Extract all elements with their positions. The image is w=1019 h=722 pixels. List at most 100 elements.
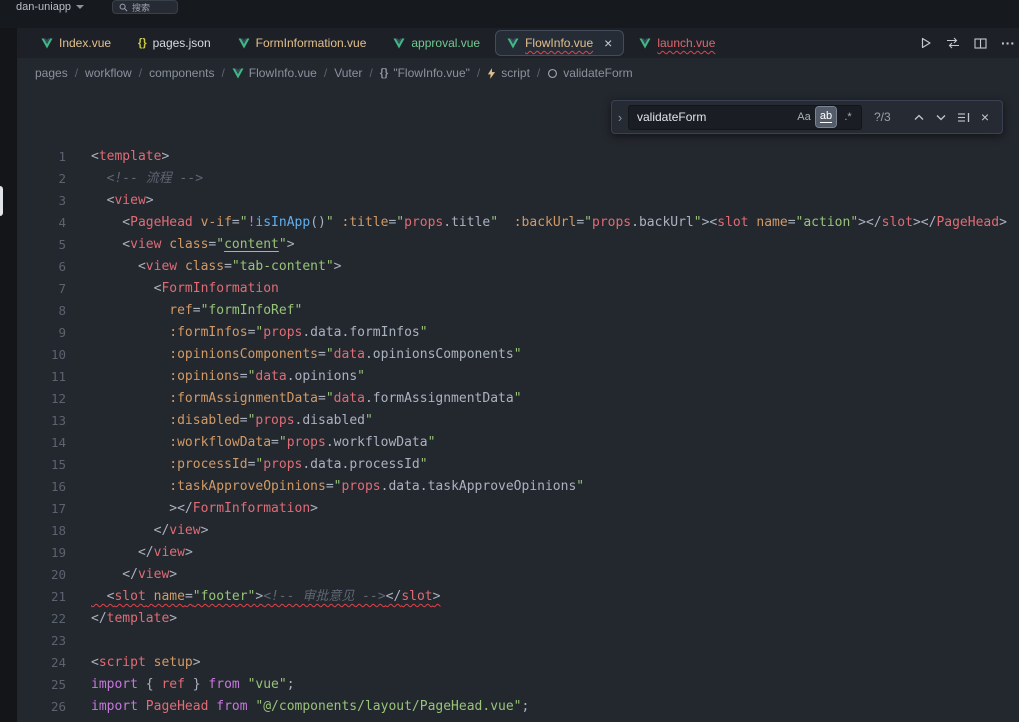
line-number[interactable]: 23 — [17, 630, 66, 652]
vue-icon — [232, 68, 244, 79]
line-number[interactable]: 1 — [17, 146, 66, 168]
line-number[interactable]: 16 — [17, 476, 66, 498]
line-number[interactable]: 15 — [17, 454, 66, 476]
line-number[interactable]: 12 — [17, 388, 66, 410]
line-number[interactable]: 11 — [17, 366, 66, 388]
line-number[interactable]: 21 — [17, 586, 66, 608]
close-icon[interactable]: × — [604, 36, 612, 50]
code-line[interactable]: 20 </view> — [17, 564, 1019, 586]
find-in-selection-button[interactable] — [952, 106, 974, 128]
code-line[interactable]: 15 :processId="props.data.processId" — [17, 454, 1019, 476]
breadcrumb-item-workflow[interactable]: workflow — [85, 66, 132, 80]
find-previous-button[interactable] — [908, 106, 930, 128]
line-number[interactable]: 4 — [17, 212, 66, 234]
line-number[interactable]: 7 — [17, 278, 66, 300]
code-line[interactable]: 25import { ref } from "vue"; — [17, 674, 1019, 696]
code-token: view — [154, 545, 185, 560]
line-number[interactable]: 22 — [17, 608, 66, 630]
whole-word-toggle[interactable]: ab — [816, 107, 836, 127]
line-number[interactable]: 13 — [17, 410, 66, 432]
code-token: :opinionsComponents — [169, 347, 318, 362]
open-changes-button[interactable] — [946, 37, 960, 49]
code-token: slot — [717, 215, 748, 230]
code-line[interactable]: 6 <view class="tab-content"> — [17, 256, 1019, 278]
breadcrumb-item-pages[interactable]: pages — [35, 66, 68, 80]
code-token: import — [91, 699, 138, 714]
code-line[interactable]: 26import PageHead from "@/components/lay… — [17, 696, 1019, 718]
breadcrumb-item-flowinfo-vue[interactable]: FlowInfo.vue — [232, 66, 317, 80]
code-line[interactable]: 3 <view> — [17, 190, 1019, 212]
match-case-toggle[interactable]: Aa — [794, 107, 814, 127]
find-expand-toggle[interactable]: › — [612, 101, 628, 133]
tab-forminformation-vue[interactable]: FormInformation.vue — [226, 30, 379, 56]
line-number[interactable]: 17 — [17, 498, 66, 520]
line-number[interactable]: 18 — [17, 520, 66, 542]
line-number[interactable]: 5 — [17, 234, 66, 256]
tab-launch-vue[interactable]: launch.vue — [627, 30, 727, 56]
breadcrumb-item-script[interactable]: script — [487, 66, 530, 80]
code-line[interactable]: 19 </view> — [17, 542, 1019, 564]
code-token: props — [287, 435, 326, 450]
breadcrumb-item-vuter[interactable]: Vuter — [334, 66, 362, 80]
code-token: = — [318, 391, 326, 406]
line-number[interactable]: 8 — [17, 300, 66, 322]
project-name: dan-uniapp — [16, 1, 71, 13]
code-line[interactable]: 12 :formAssignmentData="data.formAssignm… — [17, 388, 1019, 410]
regex-toggle[interactable]: .* — [838, 107, 858, 127]
tab-approval-vue[interactable]: approval.vue — [381, 30, 492, 56]
project-menu[interactable]: dan-uniapp — [16, 0, 84, 14]
line-number[interactable]: 25 — [17, 674, 66, 696]
code-line[interactable]: 21 <slot name="footer"><!-- 审批意见 --></sl… — [17, 586, 1019, 608]
code-line[interactable]: 11 :opinions="data.opinions" — [17, 366, 1019, 388]
code-token: view — [146, 259, 177, 274]
find-close-button[interactable]: × — [974, 106, 996, 128]
split-editor-button[interactable] — [974, 38, 987, 49]
code-line[interactable]: 14 :workflowData="props.workflowData" — [17, 432, 1019, 454]
code-line[interactable]: 9 :formInfos="props.data.formInfos" — [17, 322, 1019, 344]
line-number[interactable]: 19 — [17, 542, 66, 564]
code-token: .data.processId — [302, 457, 419, 472]
code-line[interactable]: 24<script setup> — [17, 652, 1019, 674]
breadcrumb-item-components[interactable]: components — [149, 66, 214, 80]
line-number[interactable]: 14 — [17, 432, 66, 454]
breadcrumb-item-validateform[interactable]: validateForm — [547, 66, 632, 80]
code-token: .workflowData — [326, 435, 428, 450]
line-number[interactable]: 2 — [17, 168, 66, 190]
code-token: "vue" — [248, 677, 287, 692]
code-line[interactable]: 5 <view class="content"> — [17, 234, 1019, 256]
code-line[interactable]: 8 ref="formInfoRef" — [17, 300, 1019, 322]
tab-index-vue[interactable]: Index.vue — [29, 30, 123, 56]
code-line[interactable]: 2 <!-- 流程 --> — [17, 168, 1019, 190]
line-number[interactable]: 6 — [17, 256, 66, 278]
tab-pages-json[interactable]: {}pages.json — [126, 30, 223, 56]
tab-flowinfo-vue[interactable]: FlowInfo.vue× — [495, 30, 624, 56]
code-line[interactable]: 13 :disabled="props.disabled" — [17, 410, 1019, 432]
more-actions-button[interactable]: ··· — [1001, 35, 1015, 51]
vue-icon — [393, 38, 405, 49]
line-number[interactable]: 26 — [17, 696, 66, 718]
find-next-button[interactable] — [930, 106, 952, 128]
line-number[interactable]: 9 — [17, 322, 66, 344]
code-line[interactable]: 18 </view> — [17, 520, 1019, 542]
code-line[interactable]: 1<template> — [17, 146, 1019, 168]
code-line[interactable]: 17 ></FormInformation> — [17, 498, 1019, 520]
run-button[interactable] — [920, 37, 932, 49]
line-number[interactable]: 3 — [17, 190, 66, 212]
sidebar-drag-handle[interactable] — [0, 186, 3, 216]
line-number[interactable]: 24 — [17, 652, 66, 674]
code-line[interactable]: 23 — [17, 630, 1019, 652]
code-line[interactable]: 4 <PageHead v-if="!isInApp()" :title="pr… — [17, 212, 1019, 234]
global-search[interactable]: 搜索 — [112, 0, 178, 14]
line-number[interactable]: 20 — [17, 564, 66, 586]
code-line[interactable]: 16 :taskApproveOpinions="props.data.task… — [17, 476, 1019, 498]
line-number[interactable]: 10 — [17, 344, 66, 366]
find-input[interactable] — [637, 110, 792, 124]
breadcrumb-item--flowinfo-vue-[interactable]: {}"FlowInfo.vue" — [380, 66, 470, 80]
code-line[interactable]: 22</template> — [17, 608, 1019, 630]
editor-actions: ··· — [920, 28, 1015, 58]
code-token: "footer" — [193, 589, 256, 604]
code-line[interactable]: 10 :opinionsComponents="data.opinionsCom… — [17, 344, 1019, 366]
code-token: template — [99, 149, 162, 164]
code-line[interactable]: 7 <FormInformation — [17, 278, 1019, 300]
code-token: .title — [443, 215, 490, 230]
